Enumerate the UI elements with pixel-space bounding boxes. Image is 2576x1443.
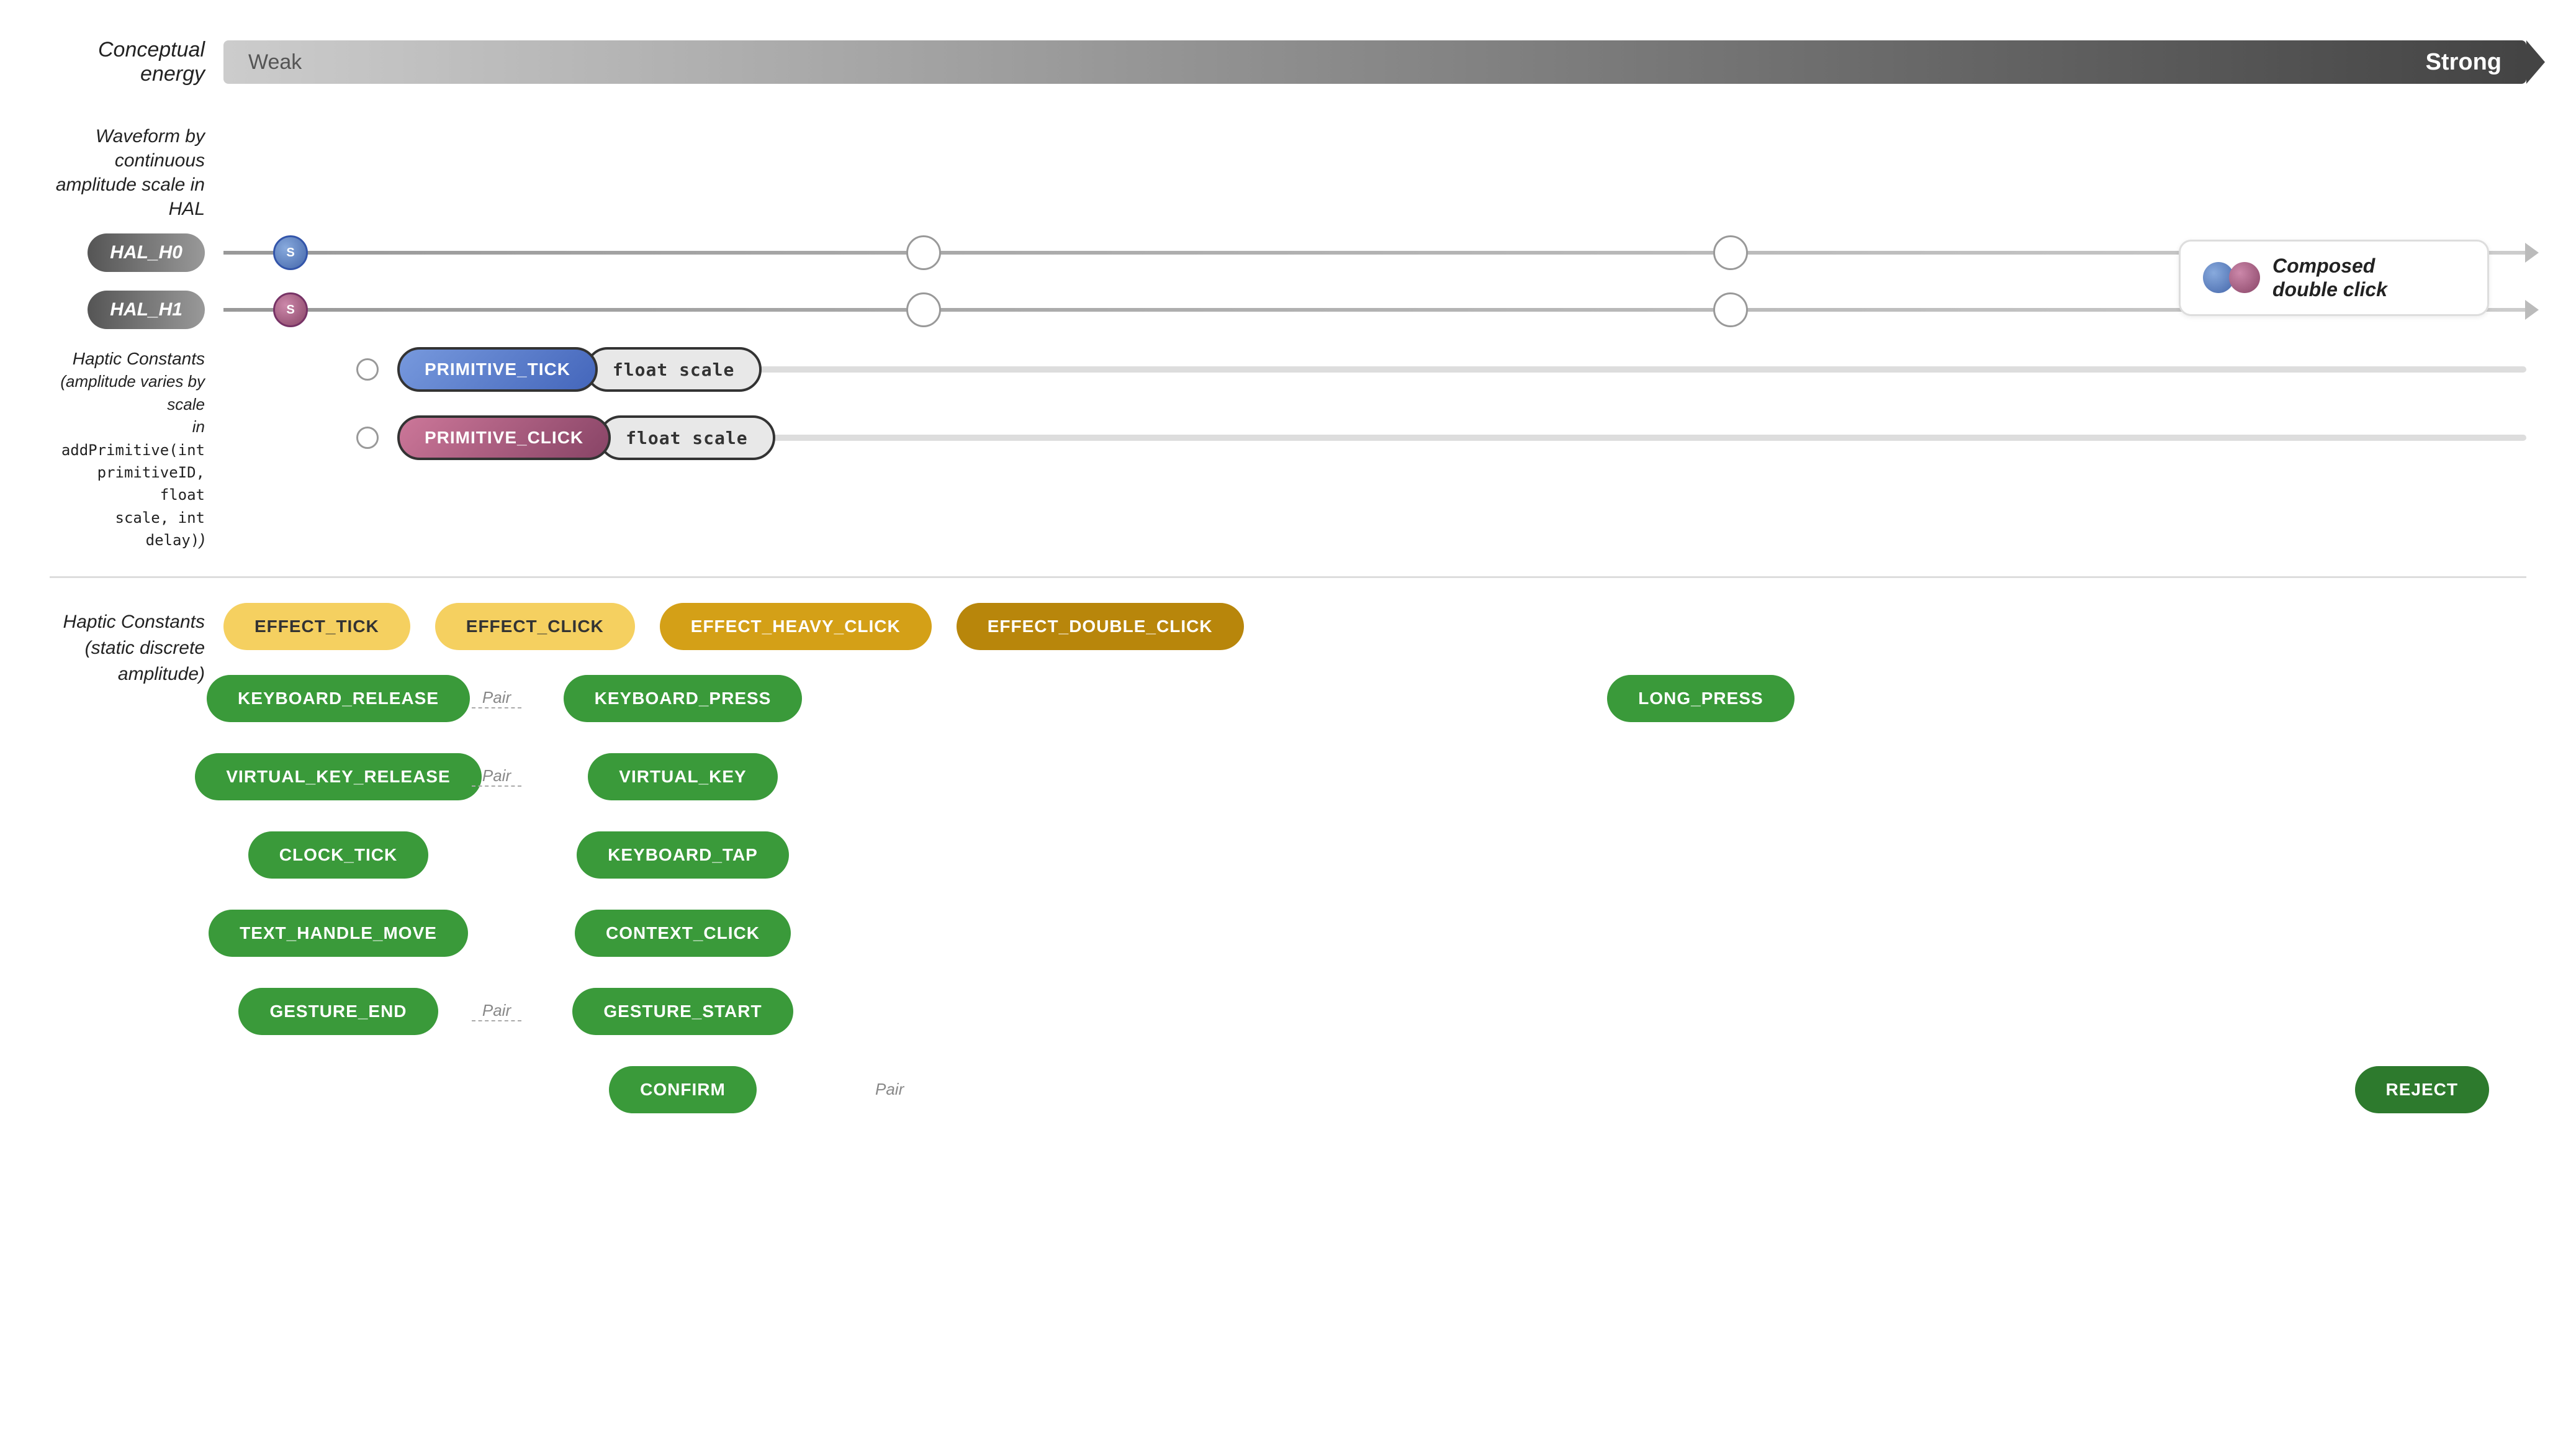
primitive-tick-pill-right: float scale — [585, 347, 762, 392]
energy-strong-label: Strong — [2426, 49, 2502, 76]
keyboard-tap-button[interactable]: KEYBOARD_TAP — [577, 831, 789, 879]
energy-row: Conceptual energy Weak Strong — [50, 37, 2526, 87]
energy-weak-label: Weak — [248, 50, 302, 75]
keyboard-press-button[interactable]: KEYBOARD_PRESS — [564, 675, 803, 722]
haptic-primitives-area: PRIMITIVE_TICK float scale PRIMITIVE_CLI… — [223, 348, 2526, 478]
gesture-start-button[interactable]: GESTURE_START — [572, 988, 793, 1035]
primitive-tick-pill-left[interactable]: PRIMITIVE_TICK — [397, 347, 598, 392]
virtual-key-col: VIRTUAL_KEY — [540, 753, 826, 800]
legend-text: Composeddouble click — [2272, 254, 2387, 302]
hal-h0-label-area: HAL_H0 — [50, 233, 223, 272]
gesture-pair-line — [472, 1020, 521, 1021]
bottom-section: Haptic Constants(static discreteamplitud… — [50, 603, 2526, 1120]
hal-h1-label-area: HAL_H1 — [50, 291, 223, 329]
primitive-click-pill-right: float scale — [598, 415, 775, 460]
primitive-click-row: PRIMITIVE_CLICK float scale — [223, 416, 2526, 459]
legend-dots — [2203, 262, 2260, 293]
hal-rows-container: HAL_H0 S HAL_H1 — [50, 233, 2526, 329]
effect-heavy-click-button[interactable]: EFFECT_HEAVY_CLICK — [660, 603, 932, 650]
confirm-reject-rest: Pair REJECT — [838, 1066, 2526, 1113]
keyboard-pair-label: Pair — [482, 688, 511, 707]
virtual-key-pair-label: Pair — [482, 766, 511, 785]
page-container: Conceptual energy Weak Strong Waveform b… — [0, 0, 2576, 1443]
energy-bar: Weak Strong — [223, 40, 2526, 84]
primitive-click-pill-compound: PRIMITIVE_CLICK float scale — [397, 415, 775, 460]
primitive-tick-circle — [356, 358, 379, 381]
virtual-key-row: VIRTUAL_KEY_RELEASE Pair VIRTUAL_KEY — [223, 753, 2526, 800]
long-press-button[interactable]: LONG_PRESS — [1607, 675, 1794, 722]
section-divider — [50, 576, 2526, 578]
primitive-tick-track: PRIMITIVE_TICK float scale — [397, 348, 2526, 391]
energy-bar-container: Weak Strong — [223, 37, 2526, 87]
primitive-click-pill-left[interactable]: PRIMITIVE_CLICK — [397, 415, 611, 460]
hal-h1-row: HAL_H1 S — [50, 291, 2526, 329]
clock-tick-col: CLOCK_TICK — [223, 831, 453, 879]
reject-container: REJECT — [941, 1066, 2526, 1113]
waveform-section-label: Waveform by continuousamplitude scale in… — [50, 124, 223, 221]
clock-tap-row: CLOCK_TICK KEYBOARD_TAP — [223, 831, 2526, 879]
virtual-key-button[interactable]: VIRTUAL_KEY — [588, 753, 777, 800]
hal-h0-s-label: S — [286, 246, 294, 260]
virtual-key-release-button[interactable]: VIRTUAL_KEY_RELEASE — [195, 753, 481, 800]
gesture-start-col: GESTURE_START — [540, 988, 826, 1035]
hal-h0-start-dot[interactable]: S — [273, 235, 308, 270]
hal-h1-pill: HAL_H1 — [88, 291, 205, 329]
hal-h0-pill: HAL_H0 — [88, 233, 205, 272]
waveform-label-text: Waveform by continuousamplitude scale in… — [50, 124, 205, 221]
reject-button[interactable]: REJECT — [2355, 1066, 2489, 1113]
legend-purple-dot — [2229, 262, 2260, 293]
context-click-button[interactable]: CONTEXT_CLICK — [575, 910, 791, 957]
virtual-key-pair-line — [472, 785, 521, 787]
effect-click-button[interactable]: EFFECT_CLICK — [435, 603, 635, 650]
primitive-tick-label-area — [223, 358, 397, 381]
virtual-key-release-col: VIRTUAL_KEY_RELEASE — [223, 753, 453, 800]
virtual-key-pair-connector: Pair — [466, 766, 528, 787]
effects-row: EFFECT_TICK EFFECT_CLICK EFFECT_HEAVY_CL… — [223, 603, 2526, 650]
effect-double-click-button[interactable]: EFFECT_DOUBLE_CLICK — [957, 603, 1244, 650]
clock-tick-button[interactable]: CLOCK_TICK — [248, 831, 428, 879]
primitive-tick-pill-compound: PRIMITIVE_TICK float scale — [397, 347, 762, 392]
waveform-label-row: Waveform by continuousamplitude scale in… — [50, 124, 2526, 221]
confirm-col: CONFIRM — [540, 1066, 826, 1113]
hal-h1-end-dot[interactable] — [1713, 292, 1748, 327]
haptic-constants-label: Haptic Constants (amplitude varies by sc… — [50, 348, 223, 551]
text-handle-move-button[interactable]: TEXT_HANDLE_MOVE — [209, 910, 468, 957]
confirm-reject-row: CONFIRM Pair REJECT — [223, 1066, 2526, 1113]
long-press-col: LONG_PRESS — [838, 675, 2526, 722]
gesture-pair-label: Pair — [482, 1001, 511, 1020]
primitive-click-circle — [356, 427, 379, 449]
energy-label: Conceptual energy — [50, 38, 223, 86]
confirm-pair-label: Pair — [875, 1080, 904, 1099]
hal-h1-mid-dot[interactable] — [906, 292, 941, 327]
bottom-grid: EFFECT_TICK EFFECT_CLICK EFFECT_HEAVY_CL… — [223, 603, 2526, 1120]
hal-h1-start-dot[interactable]: S — [273, 292, 308, 327]
hal-h0-end-dot[interactable] — [1713, 235, 1748, 270]
primitive-click-track: PRIMITIVE_CLICK float scale — [397, 416, 2526, 459]
keyboard-row: KEYBOARD_RELEASE Pair KEYBOARD_PRESS LON… — [223, 675, 2526, 722]
primitive-tick-row: PRIMITIVE_TICK float scale — [223, 348, 2526, 391]
gesture-end-col: GESTURE_END — [223, 988, 453, 1035]
keyboard-release-button[interactable]: KEYBOARD_RELEASE — [207, 675, 470, 722]
effect-tick-button[interactable]: EFFECT_TICK — [223, 603, 410, 650]
gesture-pair-connector: Pair — [466, 1001, 528, 1021]
composed-legend: Composeddouble click — [2179, 240, 2489, 316]
keyboard-pair-line — [472, 707, 521, 708]
text-handle-move-col: TEXT_HANDLE_MOVE — [223, 910, 453, 957]
gesture-row: GESTURE_END Pair GESTURE_START — [223, 988, 2526, 1035]
keyboard-press-col: KEYBOARD_PRESS — [540, 675, 826, 722]
keyboard-tap-col: KEYBOARD_TAP — [540, 831, 826, 879]
hal-h0-row: HAL_H0 S — [50, 233, 2526, 272]
primitive-click-label-area — [223, 427, 397, 449]
keyboard-release-col: KEYBOARD_RELEASE — [223, 675, 453, 722]
haptic-constants-header: Haptic Constants (amplitude varies by sc… — [50, 348, 2526, 551]
gesture-end-button[interactable]: GESTURE_END — [238, 988, 438, 1035]
text-handle-row: TEXT_HANDLE_MOVE CONTEXT_CLICK — [223, 910, 2526, 957]
hal-h1-s-label: S — [286, 303, 294, 317]
keyboard-pair-connector: Pair — [466, 688, 528, 708]
bottom-section-label: Haptic Constants(static discreteamplitud… — [50, 609, 205, 687]
hal-h0-mid-dot[interactable] — [906, 235, 941, 270]
context-click-col: CONTEXT_CLICK — [540, 910, 826, 957]
confirm-button[interactable]: CONFIRM — [609, 1066, 757, 1113]
bottom-label-area: Haptic Constants(static discreteamplitud… — [50, 603, 223, 1120]
